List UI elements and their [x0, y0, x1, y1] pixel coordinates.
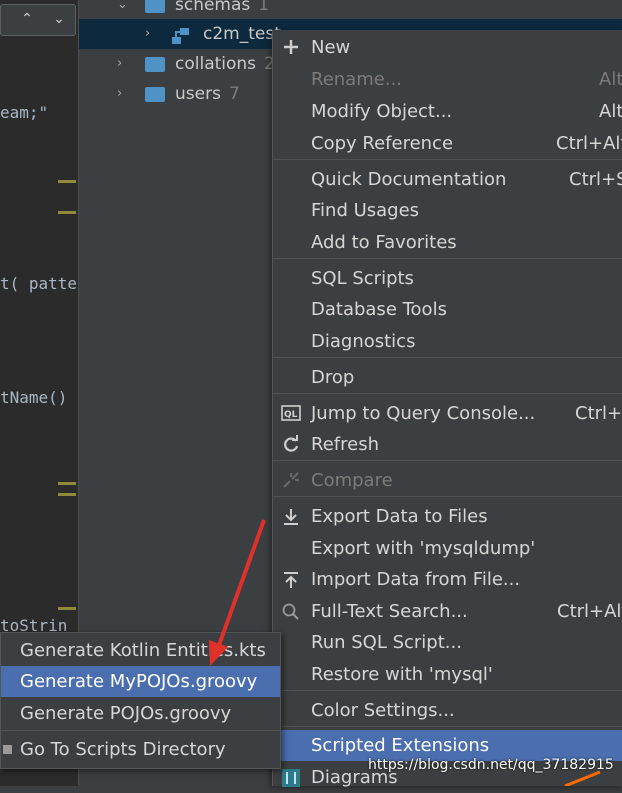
annotation-arrow — [209, 519, 601, 786]
watermark: https://blog.csdn.net/qq_37182915 — [368, 757, 614, 773]
